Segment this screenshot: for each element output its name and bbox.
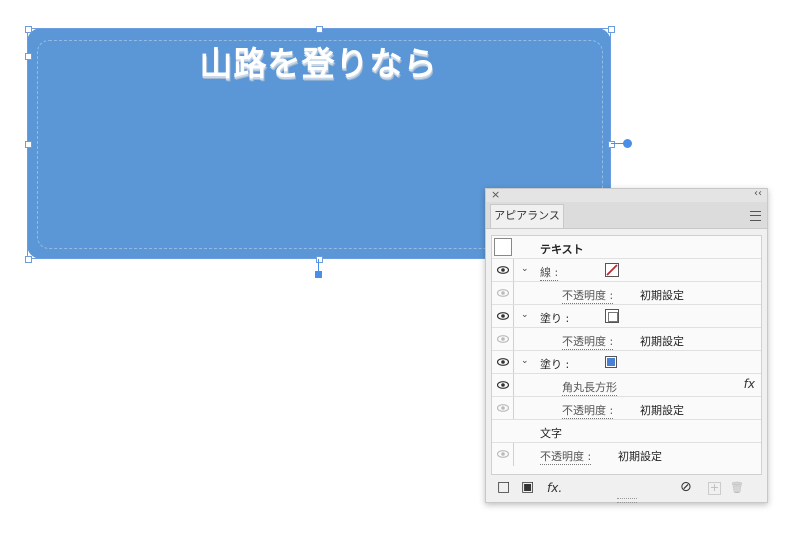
effect-label[interactable]: 角丸長方形 — [562, 379, 617, 396]
live-corner-widget[interactable] — [623, 139, 632, 148]
row-object-type[interactable]: テキスト — [492, 236, 761, 259]
fill-label[interactable]: 塗り : — [540, 310, 569, 326]
row-characters-opacity[interactable]: 不透明度 : 初期設定 — [492, 443, 761, 466]
duplicate-item-button[interactable]: + — [708, 482, 721, 495]
panel-tab-row: アピアランス — [486, 202, 767, 229]
panel-toolbar: □ ▣ fx. ⊘ + 🗑 — [486, 479, 767, 499]
handle-top-left[interactable] — [25, 26, 32, 33]
opacity-label[interactable]: 不透明度 : — [562, 333, 614, 350]
opacity-label[interactable]: 不透明度 : — [540, 448, 592, 465]
opacity-label[interactable]: 不透明度 : — [562, 402, 614, 419]
handle-left-text-in[interactable] — [25, 53, 32, 60]
appearance-list: テキスト ⌄ 線 : 不透明度 : 初期設定 ⌄ 塗り : 不透明度: 初期設… — [491, 235, 762, 475]
object-type-label: テキスト — [540, 243, 584, 256]
clear-appearance-button[interactable]: ⊘ — [680, 479, 692, 495]
row-fill-2-opacity[interactable]: 不透明度 : 初期設定 — [492, 397, 761, 420]
resize-grip[interactable] — [617, 498, 637, 503]
row-effect-rounded-rect[interactable]: 角丸長方形 fx — [492, 374, 761, 397]
chevron-down-icon[interactable]: ⌄ — [521, 264, 529, 274]
opacity-value: 初期設定 — [640, 404, 684, 417]
eye-icon[interactable] — [497, 358, 509, 366]
stroke-swatch[interactable] — [605, 263, 619, 277]
row-characters[interactable]: 文字 — [492, 420, 761, 443]
handle-middle-left[interactable] — [25, 141, 32, 148]
handle-top-center[interactable] — [316, 26, 323, 33]
eye-icon[interactable] — [497, 289, 509, 297]
area-type-text[interactable]: 山路を登りなら — [0, 37, 637, 85]
delete-item-button[interactable]: 🗑 — [730, 481, 744, 494]
fx-icon[interactable]: fx — [744, 377, 755, 391]
opacity-label[interactable]: 不透明度 : — [562, 287, 614, 304]
handle-bottom-left[interactable] — [25, 256, 32, 263]
add-stroke-button[interactable]: □ — [497, 479, 510, 495]
row-fill-1-opacity[interactable]: 不透明度 : 初期設定 — [492, 328, 761, 351]
row-stroke-opacity[interactable]: 不透明度 : 初期設定 — [492, 282, 761, 305]
row-stroke[interactable]: ⌄ 線 : — [492, 259, 761, 282]
eye-icon[interactable] — [497, 335, 509, 343]
fill-swatch-none[interactable] — [605, 309, 619, 323]
close-icon[interactable]: × — [491, 188, 500, 201]
eye-icon[interactable] — [497, 266, 509, 274]
opacity-value: 初期設定 — [640, 289, 684, 302]
row-fill-1[interactable]: ⌄ 塗り : — [492, 305, 761, 328]
eye-icon[interactable] — [497, 404, 509, 412]
handle-top-right[interactable] — [608, 26, 615, 33]
text-out-port[interactable] — [315, 271, 322, 278]
panel-menu-icon[interactable] — [750, 211, 761, 221]
add-fill-button[interactable]: ▣ — [521, 479, 534, 495]
stroke-label[interactable]: 線 : — [540, 264, 559, 281]
opacity-value: 初期設定 — [618, 450, 662, 463]
collapse-icon[interactable]: ‹‹ — [754, 188, 762, 199]
appearance-panel: × ‹‹ アピアランス テキスト ⌄ 線 : 不透明度 : 初期設定 ⌄ 塗り … — [485, 188, 768, 503]
row-fill-2[interactable]: ⌄ 塗り : — [492, 351, 761, 374]
tab-appearance[interactable]: アピアランス — [490, 204, 564, 228]
chevron-down-icon[interactable]: ⌄ — [521, 310, 529, 320]
eye-icon[interactable] — [497, 312, 509, 320]
fill-swatch-blue[interactable] — [605, 356, 617, 368]
object-thumbnail — [494, 238, 512, 256]
characters-label[interactable]: 文字 — [540, 425, 562, 441]
eye-icon[interactable] — [497, 450, 509, 458]
fill-label[interactable]: 塗り : — [540, 356, 569, 372]
chevron-down-icon[interactable]: ⌄ — [521, 356, 529, 366]
opacity-value: 初期設定 — [640, 335, 684, 348]
add-effect-fx-button[interactable]: fx. — [547, 481, 562, 495]
panel-titlebar[interactable]: × ‹‹ — [486, 188, 767, 202]
eye-icon[interactable] — [497, 381, 509, 389]
